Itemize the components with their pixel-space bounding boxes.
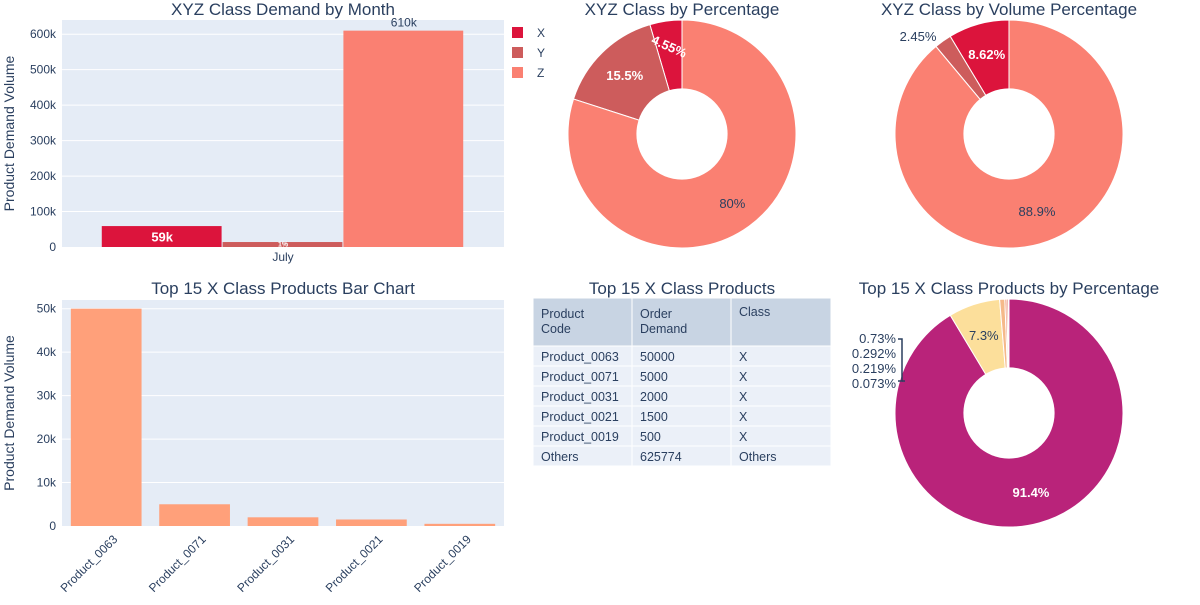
slice-label: 88.9% <box>1019 204 1056 219</box>
slice-label: 2.45% <box>900 29 937 44</box>
legend-label: X <box>537 26 545 40</box>
dashboard: 0 100k 200k 300k 400k 500k 600k 59k 1% 610k July XY… <box>0 0 1200 600</box>
slice-label: 0.292% <box>852 346 897 361</box>
slice-label: 15.5% <box>606 68 643 83</box>
table-header-label: Order <box>640 307 672 321</box>
slice-label: 8.62% <box>968 47 1005 62</box>
donut-hole <box>963 367 1055 459</box>
bar <box>336 519 407 526</box>
table-header-label: Demand <box>640 322 687 336</box>
table-cell-text: 625774 <box>640 450 682 464</box>
table-cell-text: 1500 <box>640 410 668 424</box>
table-cell-text: X <box>739 410 748 424</box>
table-cell-text: Product_0019 <box>541 430 619 444</box>
legend-swatch <box>512 27 523 38</box>
y-tick-label: 300k <box>30 134 57 148</box>
table-cell-text: 2000 <box>640 390 668 404</box>
chart-title: Top 15 X Class Products Bar Chart <box>151 279 415 298</box>
chart-title: Top 15 X Class Products <box>589 279 775 298</box>
slice-label: 0.073% <box>852 376 897 391</box>
table-cell-text: X <box>739 390 748 404</box>
table-cell-text: Product_0071 <box>541 370 619 384</box>
table-cell-text: X <box>739 430 748 444</box>
bar <box>70 308 142 526</box>
x-tick-label: Product_0063 <box>58 532 121 595</box>
y-tick-label: 400k <box>30 98 57 112</box>
slice-label: 0.219% <box>852 361 897 376</box>
y-axis-label: Product Demand Volume <box>1 335 17 491</box>
top15-percentage-chart: 91.4% 7.3% 0.73%0.292%0.219%0.073% Top 15 X… <box>852 279 1160 528</box>
table-header-label: Code <box>541 322 571 336</box>
table-cell-text: Others <box>541 450 579 464</box>
data-label: 59k <box>151 230 173 245</box>
table-cell-text: 5000 <box>640 370 668 384</box>
y-tick-label: 100k <box>30 205 57 219</box>
slice-label: 7.3% <box>969 328 999 343</box>
table-cell-text: 50000 <box>640 350 675 364</box>
y-tick-label: 200k <box>30 169 57 183</box>
slice-label: 0.73% <box>859 331 896 346</box>
x-tick-label: July <box>272 250 293 264</box>
y-axis-label: Product Demand Volume <box>1 55 17 211</box>
y-tick-label: 50k <box>37 302 57 316</box>
donut-hole <box>963 88 1055 180</box>
table-cell-text: Others <box>739 450 777 464</box>
table-cell-text: Product_0021 <box>541 410 619 424</box>
chart-title: XYZ Class by Volume Percentage <box>881 0 1137 19</box>
x-tick-label: Product_0019 <box>411 532 474 595</box>
table-cell-text: X <box>739 350 748 364</box>
data-label: 1% <box>278 242 289 249</box>
legend-label: Y <box>537 46 545 60</box>
top15-bar-chart: 0 10k 20k 30k 40k 50k Product_0063 Product_0071… <box>1 279 504 595</box>
chart-title: XYZ Class by Percentage <box>585 0 780 19</box>
bar <box>424 523 496 526</box>
volume-percentage-chart: 8.62% 2.45% 88.9% XYZ Class by Volume Perce… <box>881 0 1137 249</box>
legend-swatch <box>512 67 523 78</box>
chart-title: XYZ Class Demand by Month <box>171 0 395 19</box>
table-cell-text: X <box>739 370 748 384</box>
y-tick-label: 10k <box>37 476 57 490</box>
slice-label: 91.4% <box>1013 485 1050 500</box>
y-tick-label: 20k <box>37 432 57 446</box>
dashboard-canvas: 0100k200k300k400k500k600k59k1%610kJulyXY… <box>1 0 1160 595</box>
donut-hole <box>636 88 728 180</box>
y-tick-label: 0 <box>49 519 56 533</box>
y-tick-label: 30k <box>37 389 57 403</box>
top15-table: ProductCode OrderDemand Class Product_0063 5… <box>532 279 832 467</box>
demand-month-chart: 0100k200k300k400k500k600k59k1%610kJulyXY… <box>1 0 545 264</box>
table-header-label: Class <box>739 305 770 319</box>
chart-title: Top 15 X Class Products by Percentage <box>859 279 1160 298</box>
x-tick-label: Product_0071 <box>146 532 209 595</box>
table-cell-text: 500 <box>640 430 661 444</box>
table-header-label: Product <box>541 307 585 321</box>
y-tick-label: 500k <box>30 63 57 77</box>
table-cell-text: Product_0063 <box>541 350 619 364</box>
y-tick-label: 40k <box>37 345 57 359</box>
slice-label: 80% <box>719 196 745 211</box>
y-tick-label: 600k <box>30 27 57 41</box>
x-tick-label: Product_0031 <box>234 532 297 595</box>
bar <box>159 504 230 526</box>
bar <box>247 517 319 526</box>
y-tick-label: 0 <box>49 240 56 254</box>
legend-label: Z <box>537 66 544 80</box>
class-percentage-chart: 80%15.5%4.55%XYZ Class by Percentage <box>567 0 797 249</box>
bar-z <box>343 30 464 247</box>
label-leader <box>898 338 903 382</box>
x-tick-label: Product_0021 <box>323 532 386 595</box>
legend-swatch <box>512 47 523 58</box>
table-cell-text: Product_0031 <box>541 390 619 404</box>
